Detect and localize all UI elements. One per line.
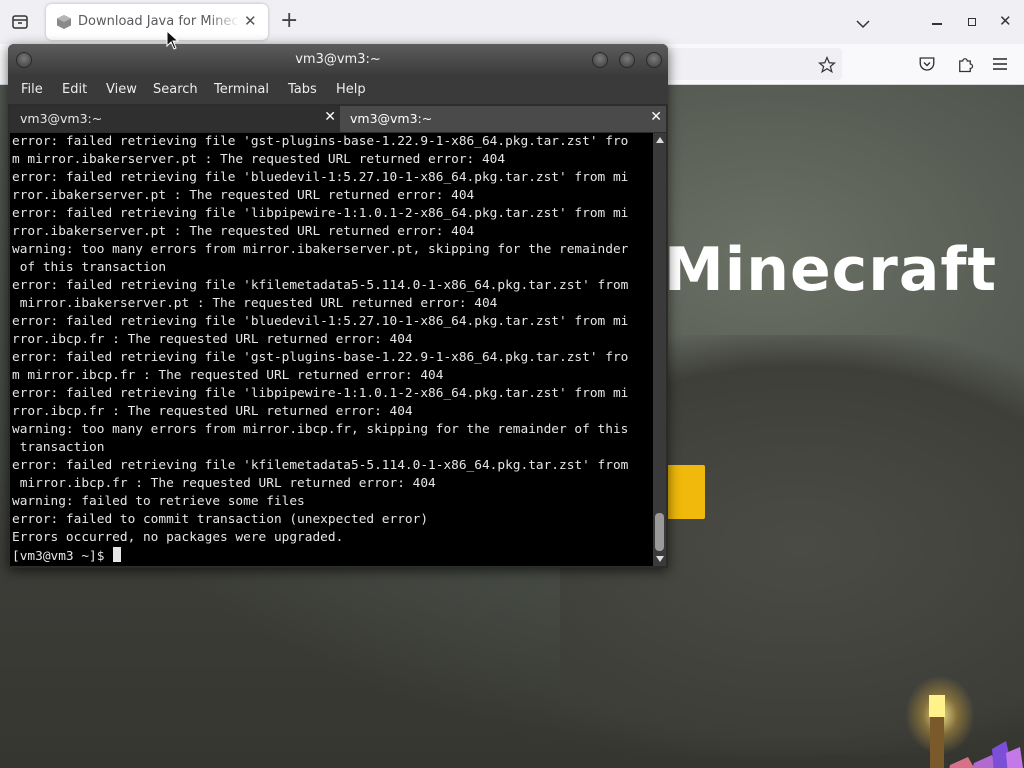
- maximize-icon[interactable]: [619, 52, 635, 68]
- terminal-title: vm3@vm3:~: [295, 52, 381, 67]
- shell-prompt: [vm3@vm3 ~]$: [12, 549, 113, 564]
- terminal-line: mirror.ibcp.fr : The requested URL retur…: [12, 476, 436, 491]
- terminal-line: warning: too many errors from mirror.iba…: [12, 242, 629, 257]
- menu-edit[interactable]: Edit: [62, 82, 87, 97]
- mouse-pointer-icon: [166, 30, 180, 50]
- terminal-window: vm3@vm3:~ File Edit View Search Terminal…: [8, 44, 668, 568]
- minecraft-favicon-icon: [56, 14, 72, 30]
- new-tab-icon[interactable]: +: [280, 9, 298, 33]
- url-bar[interactable]: [660, 48, 842, 80]
- tab-title-fade: [208, 10, 240, 34]
- terminal-line: error: failed retrieving file 'kfilemeta…: [12, 458, 629, 473]
- torch-flame: [929, 695, 945, 717]
- terminal-line: error: failed retrieving file 'libpipewi…: [12, 386, 629, 401]
- terminal-line: error: failed retrieving file 'gst-plugi…: [12, 350, 629, 365]
- terminal-output[interactable]: error: failed retrieving file 'gst-plugi…: [10, 133, 653, 566]
- terminal-line: Errors occurred, no packages were upgrad…: [12, 530, 344, 545]
- maximize-icon[interactable]: [968, 18, 976, 26]
- terminal-line: error: failed to commit transaction (une…: [12, 512, 429, 527]
- minimize-icon[interactable]: [932, 23, 942, 25]
- terminal-line: error: failed retrieving file 'bluedevil…: [12, 314, 629, 329]
- pocket-icon[interactable]: [918, 55, 936, 77]
- scroll-down-arrow-icon[interactable]: [656, 556, 664, 562]
- browser-tab-bar: Download Java for Minecraft ✕ + ✕: [0, 0, 1024, 45]
- menu-terminal[interactable]: Terminal: [214, 82, 269, 97]
- terminal-line: warning: too many errors from mirror.ibc…: [12, 422, 629, 437]
- terminal-line: error: failed retrieving file 'kfilemeta…: [12, 278, 629, 293]
- close-tab-icon[interactable]: ✕: [650, 109, 662, 125]
- menu-tabs[interactable]: Tabs: [288, 82, 317, 97]
- minimize-icon[interactable]: [592, 52, 608, 68]
- chevron-down-icon[interactable]: [856, 14, 870, 33]
- terminal-line: error: failed retrieving file 'libpipewi…: [12, 206, 629, 221]
- terminal-line: rror.ibakerserver.pt : The requested URL…: [12, 188, 475, 203]
- firefox-view-icon[interactable]: [10, 12, 30, 32]
- close-icon[interactable]: [646, 52, 662, 68]
- terminal-line: error: failed retrieving file 'bluedevil…: [12, 170, 629, 185]
- terminal-line: mirror.ibakerserver.pt : The requested U…: [12, 296, 498, 311]
- terminal-title-bar[interactable]: vm3@vm3:~: [8, 44, 668, 76]
- terminal-tab-label: vm3@vm3:~: [20, 111, 103, 126]
- terminal-menu-bar: File Edit View Search Terminal Tabs Help: [8, 76, 668, 104]
- terminal-line: rror.ibcp.fr : The requested URL returne…: [12, 332, 413, 347]
- scroll-up-arrow-icon[interactable]: [656, 137, 664, 143]
- close-window-icon[interactable]: ✕: [999, 12, 1012, 30]
- terminal-tab-2[interactable]: vm3@vm3:~ ✕: [340, 106, 666, 132]
- scrollbar-thumb[interactable]: [655, 513, 664, 551]
- terminal-line: warning: failed to retrieve some files: [12, 494, 305, 509]
- terminal-tab-label: vm3@vm3:~: [350, 111, 433, 126]
- terminal-prompt-line[interactable]: [vm3@vm3 ~]$: [12, 547, 653, 565]
- menu-help[interactable]: Help: [336, 82, 366, 97]
- terminal-line: m mirror.ibakerserver.pt : The requested…: [12, 152, 506, 167]
- terminal-line: error: failed retrieving file 'gst-plugi…: [12, 134, 629, 149]
- amethyst-crystals-image: [949, 741, 1023, 768]
- terminal-tab-1[interactable]: vm3@vm3:~ ✕: [10, 106, 340, 132]
- terminal-line: of this transaction: [12, 260, 167, 275]
- terminal-scrollbar[interactable]: [653, 133, 666, 566]
- text-cursor: [113, 547, 122, 562]
- close-tab-icon[interactable]: ✕: [244, 12, 257, 30]
- menu-file[interactable]: File: [21, 82, 43, 97]
- terminal-tab-bar: vm3@vm3:~ ✕ vm3@vm3:~ ✕: [8, 104, 668, 132]
- terminal-line: transaction: [12, 440, 105, 455]
- bookmark-star-icon[interactable]: [817, 55, 837, 78]
- menu-search[interactable]: Search: [153, 82, 198, 97]
- menu-view[interactable]: View: [106, 82, 137, 97]
- terminal-line: rror.ibcp.fr : The requested URL returne…: [12, 404, 413, 419]
- extensions-icon[interactable]: [956, 55, 974, 77]
- close-tab-icon[interactable]: ✕: [324, 109, 336, 125]
- hero-title: Minecraft: [664, 235, 998, 305]
- hamburger-menu-icon[interactable]: [992, 56, 1008, 75]
- terminal-line: rror.ibakerserver.pt : The requested URL…: [12, 224, 475, 239]
- browser-tab-active[interactable]: Download Java for Minecraft ✕: [46, 4, 268, 40]
- torch-image: [930, 710, 944, 768]
- terminal-line: m mirror.ibcp.fr : The requested URL ret…: [12, 368, 444, 383]
